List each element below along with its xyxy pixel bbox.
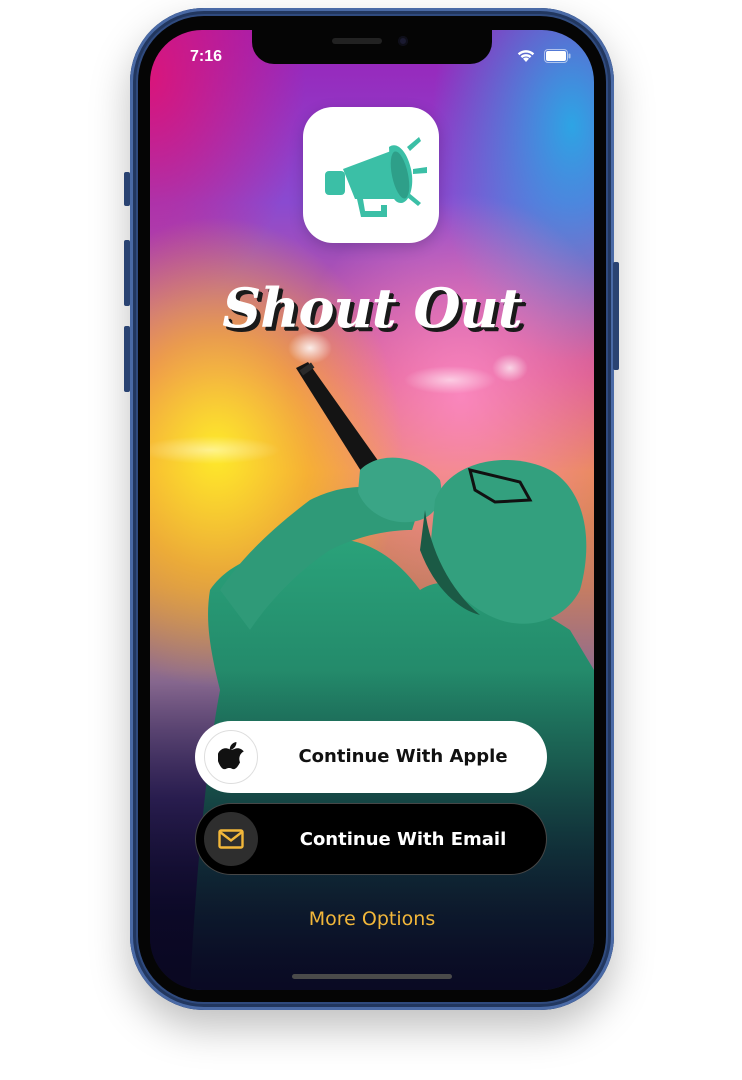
earpiece-speaker bbox=[332, 38, 382, 44]
notch bbox=[252, 30, 492, 64]
side-button-mute bbox=[124, 172, 130, 206]
wifi-icon bbox=[517, 50, 535, 62]
apple-logo-icon bbox=[218, 742, 244, 770]
front-camera bbox=[398, 36, 408, 46]
continue-with-apple-button[interactable]: Continue With Apple bbox=[195, 721, 547, 793]
battery-icon bbox=[544, 48, 571, 63]
apple-icon-circle bbox=[204, 730, 258, 784]
email-icon-circle bbox=[204, 812, 258, 866]
status-icons bbox=[516, 48, 572, 63]
envelope-icon bbox=[218, 829, 244, 849]
side-button-volume-down bbox=[124, 326, 130, 392]
side-button-volume-up bbox=[124, 240, 130, 306]
status-time: 7:16 bbox=[190, 48, 223, 65]
home-indicator[interactable] bbox=[292, 974, 452, 979]
email-button-label: Continue With Email bbox=[299, 829, 507, 850]
side-button-power bbox=[613, 262, 619, 370]
app-logo bbox=[303, 107, 439, 243]
more-options-link[interactable]: More Options bbox=[150, 908, 594, 930]
app-title: Shout Out bbox=[222, 276, 523, 340]
megaphone-icon bbox=[325, 137, 427, 217]
continue-with-email-button[interactable]: Continue With Email bbox=[195, 803, 547, 875]
apple-button-label: Continue With Apple bbox=[298, 746, 508, 767]
app-screen: 7:16 Shout Out Continue With Apple Conti… bbox=[150, 30, 594, 990]
